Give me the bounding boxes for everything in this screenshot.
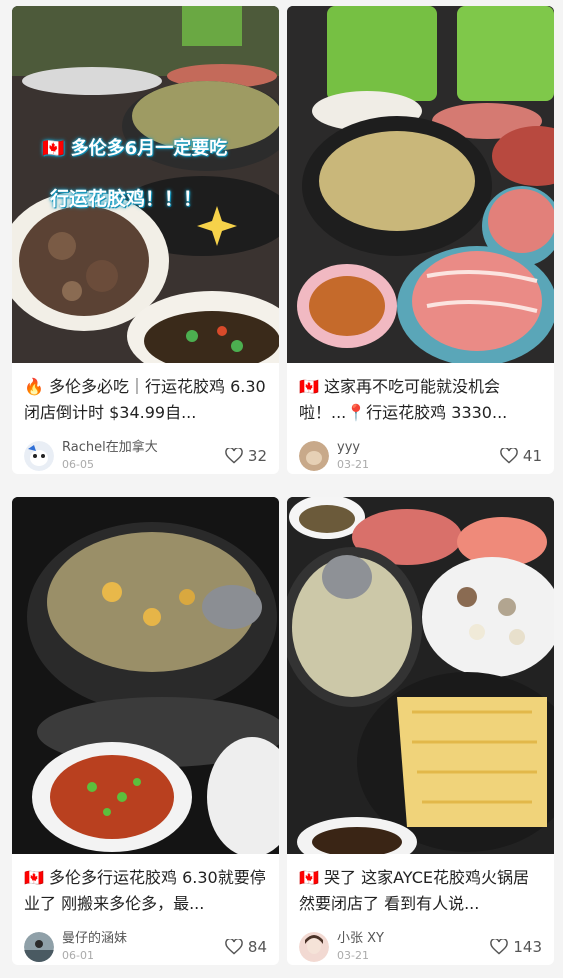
overlay-subheadline: 行运花胶鸡！！！ [50,188,203,210]
username[interactable]: 曼仔的涵妹 [62,931,225,947]
post-image[interactable] [12,497,279,854]
post-title[interactable]: 🇨🇦 哭了 这家AYCE花胶鸡火锅居然要闭店了 看到有人说... [287,854,554,917]
heart-outline-icon [225,939,243,955]
avatar[interactable] [299,932,329,962]
like-button[interactable]: 41 [500,447,542,465]
post-date: 03-21 [337,948,369,962]
post-card[interactable]: 🇨🇦 多伦多行运花胶鸡 6.30就要停业了 刚搬来多伦多，最... 曼仔的涵妹 … [12,497,279,965]
like-count: 84 [247,938,267,956]
post-date: 06-05 [62,457,94,471]
post-image[interactable]: 🇨🇦 多伦多6月一定要吃 行运花胶鸡！！！ [12,6,279,363]
heart-outline-icon [225,448,243,464]
post-date: 03-21 [337,457,369,471]
post-meta: Rachel在加拿大 06-05 32 [12,426,279,474]
avatar[interactable] [24,441,54,471]
post-image[interactable] [287,497,554,854]
post-date: 06-01 [62,948,94,962]
hotpot-photo [12,497,279,854]
post-title[interactable]: 🇨🇦 多伦多行运花胶鸡 6.30就要停业了 刚搬来多伦多，最... [12,854,279,917]
username[interactable]: Rachel在加拿大 [62,440,225,456]
post-card[interactable]: 🇨🇦 哭了 这家AYCE花胶鸡火锅居然要闭店了 看到有人说... 小张 XY 0… [287,497,554,965]
heart-outline-icon [500,448,518,464]
username[interactable]: 小张 XY [337,931,490,947]
feed-grid: 🇨🇦 多伦多6月一定要吃 行运花胶鸡！！！ 🔥 多伦多必吃｜行运花胶鸡 6.30… [0,0,563,978]
post-title[interactable]: 🇨🇦 这家再不吃可能就没机会啦！...📍行运花胶鸡 3330... [287,363,554,426]
post-image[interactable] [287,6,554,363]
post-meta: 小张 XY 03-21 143 [287,917,554,965]
heart-outline-icon [490,939,509,955]
post-card[interactable]: 🇨🇦 多伦多6月一定要吃 行运花胶鸡！！！ 🔥 多伦多必吃｜行运花胶鸡 6.30… [12,6,279,474]
post-meta: yyy 03-21 41 [287,426,554,474]
avatar[interactable] [24,932,54,962]
like-button[interactable]: 84 [225,938,267,956]
like-count: 41 [522,447,542,465]
overlay-headline: 🇨🇦 多伦多6月一定要吃 [42,138,228,159]
like-count: 32 [247,447,267,465]
avatar[interactable] [299,441,329,471]
hotpot-photo [287,6,554,363]
like-button[interactable]: 32 [225,447,267,465]
post-meta: 曼仔的涵妹 06-01 84 [12,917,279,965]
like-count: 143 [513,938,542,956]
like-button[interactable]: 143 [490,938,542,956]
post-card[interactable]: 🇨🇦 这家再不吃可能就没机会啦！...📍行运花胶鸡 3330... yyy 03… [287,6,554,474]
username[interactable]: yyy [337,440,500,456]
hotpot-photo [287,497,554,854]
post-title[interactable]: 🔥 多伦多必吃｜行运花胶鸡 6.30闭店倒计时 $34.99自... [12,363,279,426]
